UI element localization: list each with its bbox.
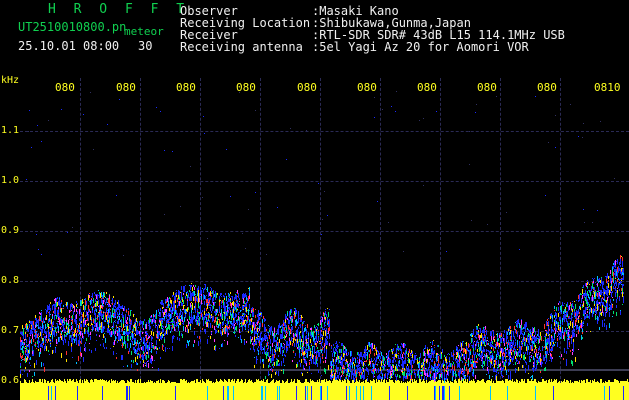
signal-traces — [20, 91, 624, 383]
noise-band — [20, 379, 629, 400]
spectrogram — [20, 91, 629, 400]
